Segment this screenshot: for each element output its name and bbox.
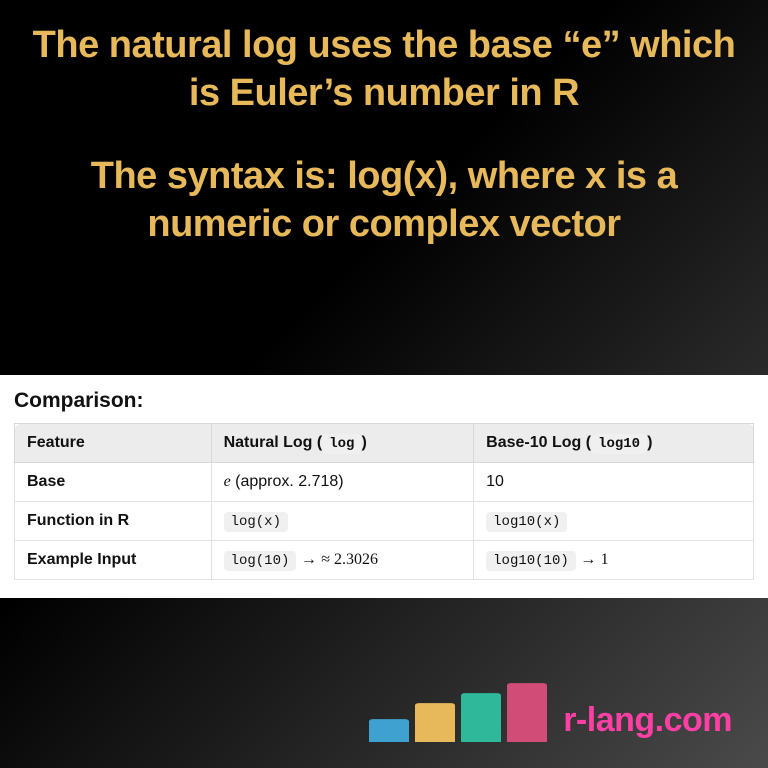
footer: r-lang.com [369,684,732,742]
cell-nat: log(x) [211,502,474,541]
b10-result: 1 [601,551,609,568]
table-header-row: Feature Natural Log (log) Base-10 Log (l… [15,424,754,463]
code-log10-x: log10(x) [486,512,567,532]
bar-icon [461,694,501,742]
brand-text: r-lang.com [563,701,732,742]
comparison-title: Comparison: [14,389,754,413]
logo-bars-icon [369,684,547,742]
cell-b10: log10(10) → 1 [474,541,754,580]
code-log10-10: log10(10) [486,551,576,571]
nat-base-tail: (approx. 2.718) [231,473,344,490]
col-feature: Feature [15,424,212,463]
nat-result: ≈ 2.3026 [321,551,378,568]
comparison-panel: Comparison: Feature Natural Log (log) Ba… [0,375,768,598]
nat-prefix: Natural Log ( [224,434,323,451]
cell-b10: log10(x) [474,502,754,541]
comparison-table: Feature Natural Log (log) Base-10 Log (l… [14,423,754,580]
heading-line-1: The natural log uses the base “e” which … [30,22,738,117]
col-natural-log: Natural Log (log) [211,424,474,463]
b10-suffix: ) [647,434,652,451]
italic-e: e [224,473,231,490]
code-log-10: log(10) [224,551,297,571]
cell-feature: Function in R [15,502,212,541]
arrow: → [576,551,601,568]
cell-feature: Example Input [15,541,212,580]
table-row: Example Input log(10) → ≈ 2.3026 log10(1… [15,541,754,580]
table-row: Function in R log(x) log10(x) [15,502,754,541]
bar-icon [415,704,455,742]
cell-nat: log(10) → ≈ 2.3026 [211,541,474,580]
bar-icon [507,684,547,742]
b10-header-code: log10 [591,434,647,454]
arrow: → [296,551,321,568]
col-base10-log: Base-10 Log (log10) [474,424,754,463]
table-row: Base e (approx. 2.718) 10 [15,463,754,502]
bar-icon [369,720,409,742]
cell-feature: Base [15,463,212,502]
cell-b10: 10 [474,463,754,502]
header-block: The natural log uses the base “e” which … [0,0,768,248]
nat-suffix: ) [361,434,366,451]
cell-nat: e (approx. 2.718) [211,463,474,502]
nat-header-code: log [322,434,361,454]
b10-prefix: Base-10 Log ( [486,434,591,451]
code-log-x: log(x) [224,512,288,532]
heading-line-2: The syntax is: log(x), where x is a nume… [30,153,738,248]
